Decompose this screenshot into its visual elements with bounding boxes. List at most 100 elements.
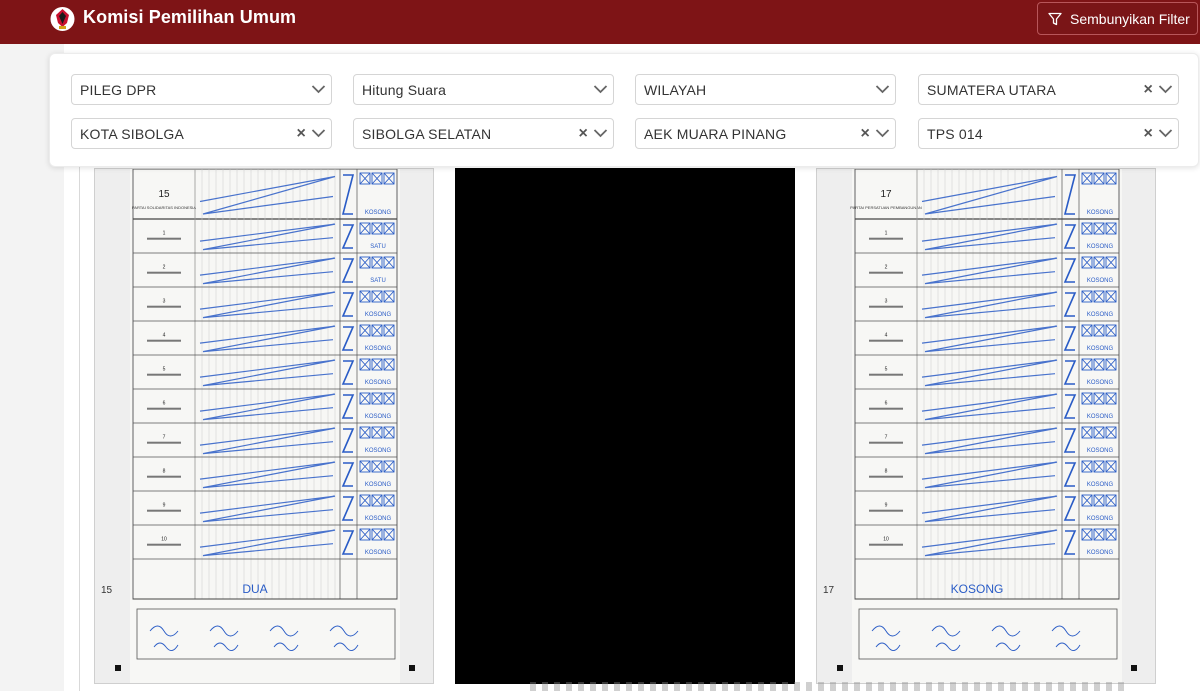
corner-mark [409,665,415,671]
chevron-down-icon [875,85,890,94]
corner-mark [837,665,843,671]
candidate-name-bar [869,475,903,478]
candidate-number: 8 [163,468,166,474]
filter-panel: PILEG DPR Hitung Suara WILAYAH SUMATERA … [49,53,1199,167]
candidate-name-bar [869,509,903,512]
written-word: SATU [370,244,386,250]
party-name: PARTAI PERSATUAN PEMBANGUNAN [850,205,922,210]
kpu-logo-icon[interactable] [50,5,75,33]
written-word: KOSONG [365,210,392,216]
c1-form-right-svg: 17 PARTAI PERSATUAN PEMBANGUNAN KOSONG 1 KOS… [823,169,1137,683]
divider [79,160,80,691]
written-word: KOSONG [365,414,392,420]
c1-form-image-right[interactable]: 17 PARTAI PERSATUAN PEMBANGUNAN KOSONG 1 KOS… [816,168,1156,684]
chevron-down-icon [875,129,890,138]
written-word: KOSONG [1087,346,1114,352]
candidate-number: 7 [163,434,166,440]
written-word: KOSONG [365,312,392,318]
select-value: TPS 014 [927,125,983,142]
candidate-number: 2 [163,264,166,270]
written-word: KOSONG [1087,210,1114,216]
clear-icon[interactable]: × [1143,82,1153,98]
candidate-number: 9 [885,502,888,508]
candidate-number: 2 [885,264,888,270]
candidate-name-bar [147,407,181,410]
province-select[interactable]: SUMATERA UTARA × [918,74,1179,105]
select-value: WILAYAH [644,81,707,98]
written-word: KOSONG [365,482,392,488]
candidate-name-bar [869,373,903,376]
candidate-name-bar [147,509,181,512]
select-value: SIBOLGA SELATAN [362,125,492,142]
chevron-down-icon [593,129,608,138]
polling-station-select[interactable]: TPS 014 × [918,118,1179,149]
candidate-name-bar [869,339,903,342]
written-word: KOSONG [365,448,392,454]
chevron-down-icon [593,85,608,94]
candidate-name-bar [869,441,903,444]
top-navbar: Komisi Pemilihan Umum Sembunyikan Filter [0,0,1200,44]
hide-filter-button[interactable]: Sembunyikan Filter [1037,2,1198,35]
data-type-select[interactable]: Hitung Suara [353,74,614,105]
written-word: KOSONG [1087,244,1114,250]
written-total: DUA [242,582,267,596]
clear-icon[interactable]: × [296,126,306,142]
candidate-number: 3 [885,298,888,304]
chevron-down-icon [311,129,326,138]
candidate-number: 7 [885,434,888,440]
written-word: KOSONG [365,516,392,522]
select-value: AEK MUARA PINANG [644,125,787,142]
c1-form-image-middle[interactable] [455,168,795,684]
district-select[interactable]: SIBOLGA SELATAN × [353,118,614,149]
written-word: KOSONG [1087,414,1114,420]
region-type-select[interactable]: WILAYAH [635,74,896,105]
written-word: KOSONG [1087,278,1114,284]
candidate-name-bar [147,441,181,444]
clear-icon[interactable]: × [860,126,870,142]
clear-icon[interactable]: × [1143,126,1153,142]
candidate-number: 5 [885,366,888,372]
chevron-down-icon [1158,129,1173,138]
candidate-number: 4 [885,332,888,338]
select-value: PILEG DPR [80,81,157,98]
filter-icon [1048,12,1062,25]
candidate-number: 3 [163,298,166,304]
candidate-number: 1 [163,230,166,236]
written-word: SATU [370,278,386,284]
candidate-name-bar [147,305,181,308]
candidate-name-bar [147,271,181,274]
chevron-down-icon [1158,85,1173,94]
candidate-number: 6 [885,400,888,406]
candidate-number: 10 [161,536,167,542]
written-word: KOSONG [1087,516,1114,522]
clear-icon[interactable]: × [578,126,588,142]
candidate-number: 5 [163,366,166,372]
candidate-name-bar [147,339,181,342]
candidate-name-bar [869,237,903,240]
scroll-hint [530,682,1130,691]
candidate-number: 10 [883,536,889,542]
corner-mark [1131,665,1137,671]
hide-filter-label: Sembunyikan Filter [1070,10,1190,27]
written-word: KOSONG [1087,550,1114,556]
candidate-name-bar [869,407,903,410]
party-name: PARTAI SOLIDARITAS INDONESIA [132,205,196,210]
c1-form-image-left[interactable]: 15 PARTAI SOLIDARITAS INDONESIA KOSONG 1 SAT… [94,168,434,684]
candidate-number: 8 [885,468,888,474]
party-number: 15 [158,189,170,200]
candidate-name-bar [147,543,181,546]
village-select[interactable]: AEK MUARA PINANG × [635,118,896,149]
candidate-number: 9 [163,502,166,508]
candidate-name-bar [869,543,903,546]
corner-mark [115,665,121,671]
candidate-name-bar [147,475,181,478]
candidate-number: 6 [163,400,166,406]
chevron-down-icon [311,85,326,94]
city-select[interactable]: KOTA SIBOLGA × [71,118,332,149]
written-word: KOSONG [1087,380,1114,386]
election-type-select[interactable]: PILEG DPR [71,74,332,105]
side-number: 17 [823,585,835,596]
written-word: KOSONG [365,346,392,352]
candidate-number: 4 [163,332,166,338]
app-title[interactable]: Komisi Pemilihan Umum [83,7,296,28]
